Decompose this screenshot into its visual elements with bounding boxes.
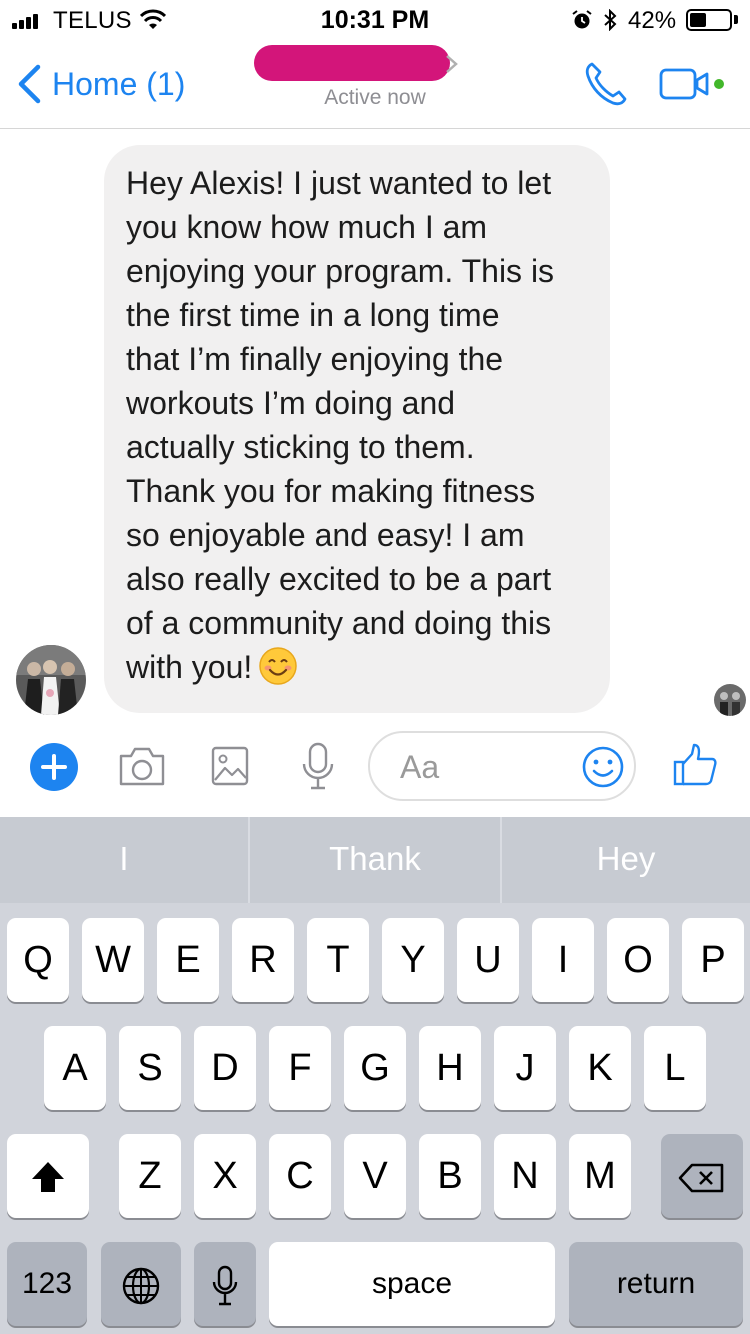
plus-button[interactable]: [30, 743, 78, 791]
battery-percent: 42%: [628, 7, 677, 34]
key-l[interactable]: L: [644, 1026, 706, 1110]
key-n[interactable]: N: [494, 1134, 556, 1218]
key-e[interactable]: E: [157, 918, 219, 1002]
return-key[interactable]: return: [569, 1242, 743, 1326]
key-u[interactable]: U: [457, 918, 519, 1002]
contact-avatar[interactable]: [16, 645, 86, 715]
space-key[interactable]: space: [269, 1242, 555, 1326]
globe-key[interactable]: [101, 1242, 181, 1326]
smiling-face-emoji: [259, 647, 298, 685]
chevron-right-icon[interactable]: [444, 54, 460, 74]
suggestion-bar: I Thank Hey: [0, 817, 750, 903]
key-m[interactable]: M: [569, 1134, 631, 1218]
delete-key[interactable]: [661, 1134, 743, 1218]
key-t[interactable]: T: [307, 918, 369, 1002]
message-input-placeholder: Aa: [400, 749, 440, 785]
key-g[interactable]: G: [344, 1026, 406, 1110]
smiley-icon[interactable]: [581, 745, 625, 789]
globe-icon: [122, 1267, 160, 1305]
key-p[interactable]: P: [682, 918, 744, 1002]
battery-tip: [734, 15, 738, 24]
thumbs-up-icon[interactable]: [672, 742, 718, 788]
backspace-icon: [678, 1163, 724, 1193]
key-f[interactable]: F: [269, 1026, 331, 1110]
shift-key[interactable]: [7, 1134, 89, 1218]
key-y[interactable]: Y: [382, 918, 444, 1002]
suggestion-3[interactable]: Hey: [502, 817, 750, 903]
composer-bar: Aa: [0, 718, 750, 817]
key-v[interactable]: V: [344, 1134, 406, 1218]
key-z[interactable]: Z: [119, 1134, 181, 1218]
video-camera-icon[interactable]: [659, 68, 727, 100]
key-r[interactable]: R: [232, 918, 294, 1002]
image-icon[interactable]: [210, 740, 250, 792]
message-text: Hey Alexis! I just wanted to let you kno…: [126, 165, 555, 685]
suggestion-1[interactable]: I: [0, 817, 248, 903]
key-k[interactable]: K: [569, 1026, 631, 1110]
alarm-icon: [572, 10, 592, 29]
key-w[interactable]: W: [82, 918, 144, 1002]
contact-name-redacted[interactable]: [254, 45, 450, 81]
message-thread[interactable]: Hey Alexis! I just wanted to let you kno…: [0, 129, 750, 717]
conversation-header: Home (1) Active now: [0, 40, 750, 129]
presence-status: Active now: [324, 86, 426, 109]
microphone-icon: [212, 1265, 238, 1306]
key-x[interactable]: X: [194, 1134, 256, 1218]
key-q[interactable]: Q: [7, 918, 69, 1002]
message-input[interactable]: Aa: [368, 731, 636, 801]
status-bar: TELUS 10:31 PM 42%: [0, 0, 750, 40]
suggestion-2[interactable]: Thank: [250, 817, 500, 903]
message-bubble[interactable]: Hey Alexis! I just wanted to let you kno…: [104, 145, 610, 713]
camera-icon[interactable]: [117, 740, 167, 792]
battery-icon: [686, 9, 732, 31]
shift-arrow-icon: [32, 1161, 64, 1192]
key-o[interactable]: O: [607, 918, 669, 1002]
microphone-icon[interactable]: [300, 740, 336, 792]
key-j[interactable]: J: [494, 1026, 556, 1110]
key-c[interactable]: C: [269, 1134, 331, 1218]
keyboard: I Thank Hey Q W E R T Y U I O P A S D F …: [0, 817, 750, 1334]
key-d[interactable]: D: [194, 1026, 256, 1110]
read-receipt-avatar: [714, 684, 746, 716]
key-i[interactable]: I: [532, 918, 594, 1002]
key-s[interactable]: S: [119, 1026, 181, 1110]
bluetooth-icon: [604, 9, 617, 31]
key-a[interactable]: A: [44, 1026, 106, 1110]
phone-icon[interactable]: [583, 60, 629, 108]
key-b[interactable]: B: [419, 1134, 481, 1218]
key-h[interactable]: H: [419, 1026, 481, 1110]
numbers-key[interactable]: 123: [7, 1242, 87, 1326]
dictation-key[interactable]: [194, 1242, 256, 1326]
plus-icon: [41, 754, 67, 780]
